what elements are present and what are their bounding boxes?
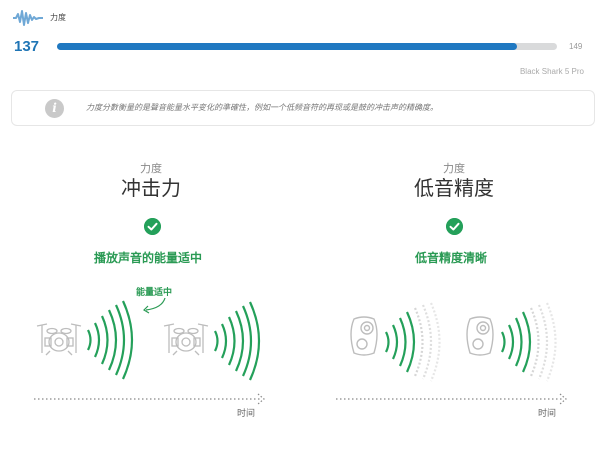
drum-kit-icon <box>36 323 82 356</box>
speaker-cabinet-icon <box>350 316 378 356</box>
time-axis-label: 时间 <box>538 409 557 419</box>
panel-left-title: 冲击力 <box>121 176 181 200</box>
sound-wave-icon <box>501 302 557 382</box>
drum-kit-icon <box>163 323 209 356</box>
score-progress-fill <box>57 43 517 50</box>
info-box: i 力度分數衡量的是聲音能量水平变化的準確性，例如一个低频音符的再现或是鼓的冲击… <box>11 90 595 126</box>
panel-right-status: 低音精度清晰 <box>415 251 488 265</box>
score-progress-bar <box>57 43 557 50</box>
time-axis-arrow-icon <box>336 393 567 405</box>
check-icon <box>144 218 161 235</box>
score-value: 137 <box>14 38 40 55</box>
sound-wave-icon <box>87 300 134 380</box>
panel-left-status: 播放声音的能量适中 <box>94 251 203 265</box>
max-score-value: 149 <box>569 42 583 51</box>
panel-right-title: 低音精度 <box>414 176 494 200</box>
time-axis-label: 时间 <box>237 409 256 419</box>
waveform-logo-icon <box>13 10 43 26</box>
speaker-cabinet-icon <box>466 316 494 356</box>
time-axis-arrow-icon <box>34 393 265 405</box>
device-name: Black Shark 5 Pro <box>519 67 584 76</box>
header-label: 力度 <box>50 13 66 22</box>
check-icon <box>446 218 463 235</box>
info-icon: i <box>45 99 64 118</box>
sound-wave-icon <box>385 302 441 382</box>
sound-wave-icon <box>214 301 261 381</box>
annotation-arrow-icon <box>143 297 166 314</box>
info-text: 力度分數衡量的是聲音能量水平变化的準確性，例如一个低频音符的再现或是鼓的冲击声的… <box>86 103 438 112</box>
